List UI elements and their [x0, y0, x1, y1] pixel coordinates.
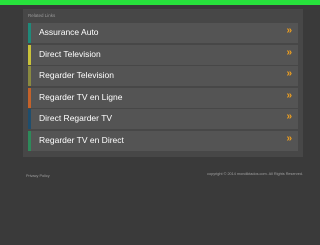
link-accent-bar — [28, 109, 31, 129]
link-label: Direct Regarder TV — [39, 113, 113, 123]
double-chevron-right-icon: » — [286, 46, 292, 58]
related-link-regarder-television[interactable]: Regarder Television » — [28, 66, 298, 86]
double-chevron-right-icon: » — [286, 25, 292, 36]
panel-title: Related Links — [28, 13, 56, 18]
link-accent-bar — [28, 23, 31, 43]
double-chevron-right-icon: » — [286, 89, 292, 101]
link-accent-bar — [28, 44, 31, 65]
link-label: Regarder Television — [39, 70, 114, 80]
related-links-list: Assurance Auto » Direct Television » Reg… — [28, 23, 298, 152]
link-label: Direct Television — [39, 48, 101, 59]
link-label: Regarder TV en Ligne — [39, 91, 123, 102]
link-accent-bar — [28, 87, 31, 108]
copyright-text: copyright © 2014 mondiktados.com. All Ri… — [207, 172, 303, 176]
double-chevron-right-icon: » — [286, 132, 292, 144]
related-link-direct-television[interactable]: Direct Television » — [28, 44, 298, 65]
double-chevron-right-icon: » — [286, 68, 292, 79]
double-chevron-right-icon: » — [286, 111, 292, 122]
link-label: Assurance Auto — [39, 27, 99, 37]
related-link-regarder-tv-en-ligne[interactable]: Regarder TV en Ligne » — [28, 87, 298, 108]
related-link-direct-regarder-tv[interactable]: Direct Regarder TV » — [28, 109, 298, 129]
related-link-assurance-auto[interactable]: Assurance Auto » — [28, 23, 298, 43]
link-label: Regarder TV en Direct — [39, 134, 124, 145]
related-links-panel: Related Links Assurance Auto » Direct Te… — [23, 9, 303, 157]
related-link-regarder-tv-en-direct[interactable]: Regarder TV en Direct » — [28, 130, 298, 151]
top-accent-bar — [0, 0, 320, 5]
link-accent-bar — [28, 66, 31, 86]
link-accent-bar — [28, 130, 31, 151]
privacy-policy-link[interactable]: Privacy Policy — [26, 174, 50, 178]
